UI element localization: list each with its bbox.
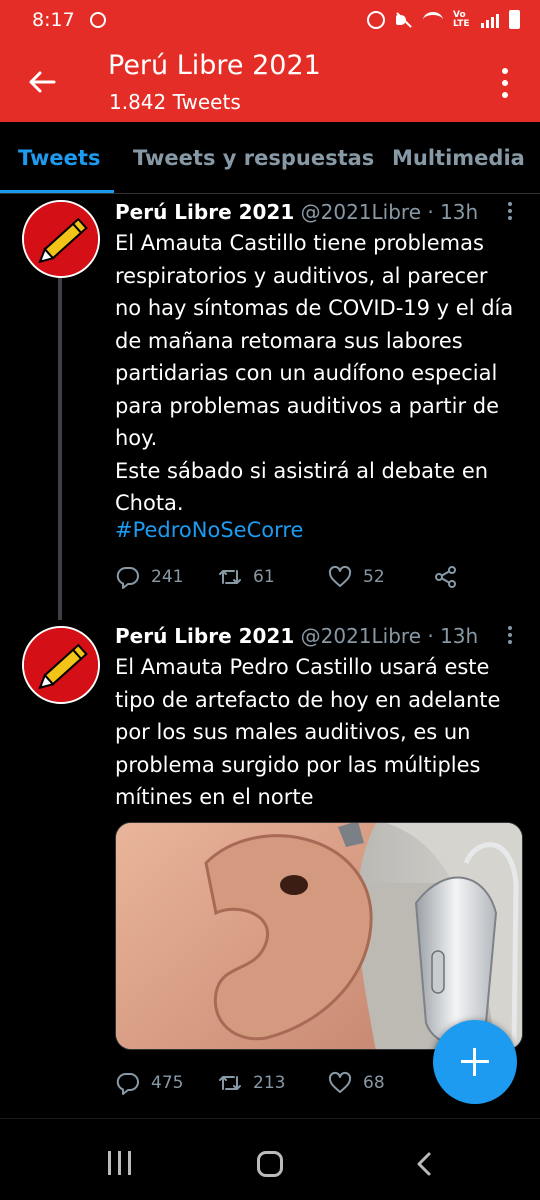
like-button[interactable]: 52 <box>327 564 385 590</box>
heart-icon <box>328 565 352 587</box>
profile-tabs: Tweets Tweets y respuestas Multimedia <box>0 122 540 194</box>
status-bar: 8:17 Vo LTE <box>0 0 540 44</box>
like-count: 52 <box>363 567 385 587</box>
reply-button[interactable]: 475 <box>115 1070 183 1096</box>
retweet-icon <box>219 570 241 584</box>
tweet-text: El Amauta Castillo tiene problemas respi… <box>115 227 525 520</box>
tweet-line: tipo de artefacto de hoy en adelante <box>115 687 501 712</box>
tweet[interactable]: Perú Libre 2021 @2021Libre · 13h El Amau… <box>0 194 540 614</box>
mute-icon <box>395 11 413 29</box>
share-button[interactable] <box>433 564 459 590</box>
battery-icon <box>509 10 520 29</box>
avatar[interactable] <box>22 200 100 278</box>
hearing-aid-photo <box>116 823 522 1049</box>
tweet-line: por los sus males auditivos, es un <box>115 720 471 744</box>
tweet-line: El Amauta Castillo tiene problemas <box>115 231 484 255</box>
reply-count: 475 <box>151 1073 184 1093</box>
page-title: Perú Libre 2021 <box>108 50 321 81</box>
pencil-logo-icon <box>24 202 98 276</box>
compose-tweet-button[interactable] <box>433 1020 517 1104</box>
alarm-icon <box>367 10 385 29</box>
tweet-line: partidarias con un audífono especial <box>115 361 498 385</box>
wifi-icon <box>423 11 443 28</box>
author-handle-time: @2021Libre · 13h <box>300 624 479 648</box>
tweet-more-button[interactable] <box>508 202 512 220</box>
retweet-count: 213 <box>253 1073 286 1093</box>
home-icon[interactable] <box>257 1151 283 1177</box>
heart-icon <box>328 1071 352 1093</box>
nav-back-icon[interactable] <box>414 1152 434 1176</box>
status-icons: Vo LTE <box>367 10 520 29</box>
tweet-line: Chota. <box>115 491 184 515</box>
tweet-header: Perú Libre 2021 @2021Libre · 13h <box>115 624 478 648</box>
status-time: 8:17 <box>32 9 75 31</box>
tab-multimedia[interactable]: Multimedia <box>392 146 525 170</box>
active-tab-indicator <box>0 190 114 193</box>
tweet-line: para problemas auditivos a partir de <box>115 393 500 418</box>
tweet-header: Perú Libre 2021 @2021Libre · 13h <box>115 200 478 224</box>
arrow-left-icon <box>29 71 56 93</box>
retweet-count: 61 <box>253 567 275 587</box>
tweet-line: de mañana retomara sus labores <box>115 328 463 353</box>
reply-icon <box>116 1072 139 1095</box>
tab-tweets-y-respuestas[interactable]: Tweets y respuestas <box>133 146 374 170</box>
author-handle-time: @2021Libre · 13h <box>300 200 479 224</box>
reply-button[interactable]: 241 <box>115 564 183 590</box>
recents-icon[interactable] <box>108 1151 131 1175</box>
tweet-text: El Amauta Pedro Castillo usará este tipo… <box>115 651 525 814</box>
tab-tweets[interactable]: Tweets <box>18 146 100 170</box>
tweet-image[interactable] <box>115 822 523 1050</box>
share-icon <box>435 566 456 588</box>
back-button[interactable] <box>24 64 60 100</box>
tweet-more-button[interactable] <box>508 626 512 644</box>
pencil-logo-icon <box>24 628 98 702</box>
like-count: 68 <box>363 1073 385 1093</box>
tweet-actions: 241 61 52 <box>115 564 515 590</box>
system-navigation-bar <box>0 1118 540 1200</box>
profile-header: Perú Libre 2021 1.842 Tweets <box>0 44 540 122</box>
author-name[interactable]: Perú Libre 2021 <box>115 200 294 224</box>
retweet-button[interactable]: 213 <box>217 1070 285 1096</box>
tweet-line: hoy. <box>115 426 158 450</box>
reply-count: 241 <box>151 567 184 587</box>
whatsapp-icon <box>90 12 106 28</box>
tweet-line: no hay síntomas de COVID-19 y el día <box>115 296 514 320</box>
reply-icon <box>116 566 139 589</box>
tweet-line: El Amauta Pedro Castillo usará este <box>115 655 490 679</box>
tweet-line: respiratorios y auditivos, al parecer <box>115 263 488 288</box>
retweet-button[interactable]: 61 <box>217 564 275 590</box>
lte-label: Vo LTE <box>453 9 470 29</box>
like-button[interactable]: 68 <box>327 1070 385 1096</box>
more-options-button[interactable] <box>502 68 510 98</box>
avatar[interactable] <box>22 626 100 704</box>
tweet-line: Este sábado si asistirá al debate en <box>115 458 489 483</box>
tweet-line: problema surgido por las múltiples <box>115 752 481 777</box>
signal-icon <box>481 12 499 28</box>
tweet-line: mítines en el norte <box>115 785 314 809</box>
tweet-count: 1.842 Tweets <box>109 90 241 114</box>
author-name[interactable]: Perú Libre 2021 <box>115 624 294 648</box>
retweet-icon <box>219 1076 241 1090</box>
hashtag-link[interactable]: #PedroNoSeCorre <box>115 518 303 542</box>
